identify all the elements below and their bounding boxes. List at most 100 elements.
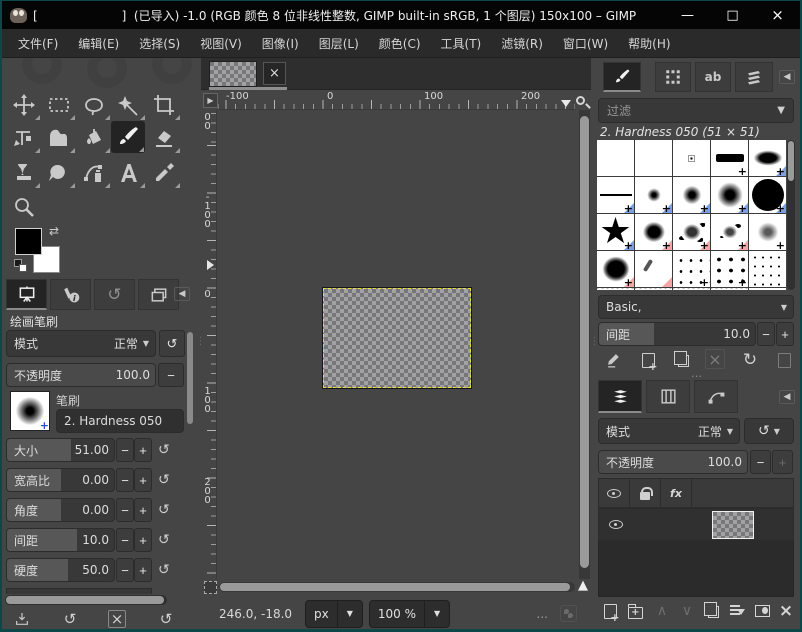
- menu-image[interactable]: 图像(I): [252, 30, 309, 57]
- hardness-reset-icon[interactable]: ↺: [158, 563, 170, 577]
- canvas-menu-button[interactable]: ▶: [203, 93, 218, 108]
- menu-edit[interactable]: 编辑(E): [68, 30, 129, 57]
- hardness-decrease-button[interactable]: −: [116, 558, 134, 582]
- brush-item-splat-big[interactable]: [597, 251, 634, 287]
- aspect-ratio-increase-button[interactable]: +: [134, 468, 152, 492]
- delete-brush-button[interactable]: ×: [705, 349, 725, 369]
- default-colors-icon[interactable]: [14, 259, 28, 273]
- menu-filters[interactable]: 滤镜(R): [491, 30, 553, 57]
- opacity-slider[interactable]: 不透明度 100.0: [6, 363, 156, 387]
- brush-item-dots-fine[interactable]: [749, 251, 786, 287]
- lock-column-button[interactable]: [630, 479, 661, 507]
- tab-undo-history[interactable]: ↺: [94, 279, 135, 310]
- brush-item-stroke[interactable]: [635, 251, 672, 287]
- paint-mode-reset-button[interactable]: ↺: [159, 330, 185, 357]
- tool-options-hscrollbar[interactable]: [5, 595, 167, 605]
- maximize-button[interactable]: □: [710, 1, 755, 29]
- vertical-ruler[interactable]: 00 -100 0 100 200: [201, 110, 217, 579]
- brushes-tab-menu-button[interactable]: ◀: [779, 70, 795, 84]
- tab-tool-options[interactable]: [6, 279, 47, 310]
- tab-fonts[interactable]: ab: [695, 62, 731, 92]
- canvas-vscrollbar[interactable]: [579, 110, 590, 579]
- layer-mode-switch-button[interactable]: ↺ ▼: [744, 418, 794, 444]
- spacing-increase-button[interactable]: +: [134, 528, 152, 552]
- aspect-ratio-reset-icon[interactable]: ↺: [158, 473, 170, 487]
- image-layer[interactable]: [323, 288, 471, 388]
- menu-tools[interactable]: 工具(T): [431, 30, 492, 57]
- layer-mode-dropdown[interactable]: 模式 正常 ▼: [598, 418, 740, 444]
- angle-increase-button[interactable]: +: [134, 498, 152, 522]
- active-brush-preview[interactable]: +: [10, 391, 50, 431]
- save-tool-preset-button[interactable]: [12, 609, 32, 629]
- brush-item-splat-m[interactable]: [673, 214, 710, 250]
- visibility-column-button[interactable]: [599, 479, 630, 507]
- layers-tab-menu-button[interactable]: ◀: [779, 390, 795, 404]
- spacing-decrease-button[interactable]: −: [116, 528, 134, 552]
- tab-gradients[interactable]: [735, 62, 773, 92]
- new-brush-button[interactable]: [637, 349, 659, 371]
- restore-tool-preset-button[interactable]: ↺: [60, 609, 80, 629]
- tab-images[interactable]: [138, 279, 179, 310]
- open-brush-as-image-button[interactable]: [773, 349, 795, 371]
- brush-item-chalk[interactable]: [635, 214, 672, 250]
- canvas-hscrollbar[interactable]: [219, 582, 575, 592]
- brush-group-dropdown[interactable]: Basic, ▼: [598, 295, 794, 319]
- text-tool[interactable]: [112, 157, 146, 189]
- brush-spacing-decrease-button[interactable]: −: [757, 322, 775, 346]
- crop-tool[interactable]: [147, 89, 181, 121]
- smudge-tool[interactable]: [42, 157, 76, 189]
- brush-item-circle[interactable]: [749, 177, 786, 213]
- tab-brushes[interactable]: [603, 62, 641, 92]
- swap-colors-icon[interactable]: ⇄: [49, 224, 59, 238]
- brush-item-star[interactable]: [597, 214, 634, 250]
- brush-filter-input[interactable]: 过滤 ▼: [598, 98, 794, 123]
- angle-slider[interactable]: 角度 0.00: [6, 498, 115, 522]
- refresh-brushes-button[interactable]: ↻: [739, 349, 761, 371]
- reset-tool-options-button[interactable]: ↺: [156, 609, 176, 629]
- aspect-ratio-slider[interactable]: 宽高比 0.00: [6, 468, 115, 492]
- hardness-slider[interactable]: 硬度 50.0: [6, 558, 115, 582]
- brush-item-soft-l[interactable]: [711, 177, 748, 213]
- zoom-follow-window-button[interactable]: [571, 91, 589, 109]
- bucket-fill-tool[interactable]: [77, 122, 111, 154]
- raise-layer-button[interactable]: ∧: [651, 600, 673, 622]
- angle-reset-icon[interactable]: ↺: [158, 503, 170, 517]
- new-layer-group-button[interactable]: [624, 600, 646, 622]
- brush-item-soft-m[interactable]: [673, 177, 710, 213]
- size-increase-button[interactable]: +: [134, 438, 152, 462]
- quick-mask-toggle[interactable]: [204, 581, 217, 594]
- brush-item-pixel[interactable]: [673, 140, 710, 176]
- layer-list-empty-area[interactable]: [598, 541, 794, 597]
- paintbrush-tool[interactable]: [111, 121, 145, 153]
- aspect-ratio-decrease-button[interactable]: −: [116, 468, 134, 492]
- brush-item-blank[interactable]: [635, 140, 672, 176]
- menu-select[interactable]: 选择(S): [129, 30, 190, 57]
- menu-view[interactable]: 视图(V): [190, 30, 252, 57]
- layer-opacity-decrease-button[interactable]: −: [750, 450, 771, 474]
- fuzzy-select-tool[interactable]: [112, 89, 146, 121]
- tab-channels[interactable]: [646, 380, 690, 413]
- brush-item-tex1[interactable]: [597, 288, 634, 290]
- rectangle-select-tool[interactable]: [42, 89, 76, 121]
- move-tool[interactable]: [7, 89, 41, 121]
- paths-tool[interactable]: [77, 157, 111, 189]
- brush-name-box[interactable]: 2. Hardness 050: [56, 409, 184, 433]
- warp-transform-tool[interactable]: [42, 122, 76, 154]
- spacing-slider[interactable]: 间距 10.0: [6, 528, 115, 552]
- menu-colors[interactable]: 颜色(C): [369, 30, 431, 57]
- toolbox-tab-menu-button[interactable]: ◀: [174, 287, 190, 301]
- brush-spacing-slider[interactable]: 间距 10.0: [598, 322, 756, 346]
- dock-grip[interactable]: …: [595, 370, 800, 378]
- brush-spacing-increase-button[interactable]: +: [776, 322, 794, 346]
- zoom-dropdown[interactable]: 100 % ▼: [369, 600, 450, 628]
- tab-device-status[interactable]: i: [50, 279, 91, 310]
- effects-column-button[interactable]: fx: [661, 479, 692, 507]
- spacing-reset-icon[interactable]: ↺: [158, 533, 170, 547]
- delete-tool-preset-button[interactable]: ×: [108, 610, 126, 628]
- menu-layer[interactable]: 图层(L): [309, 30, 369, 57]
- brush-item-tex5[interactable]: [749, 288, 786, 290]
- duplicate-brush-button[interactable]: [671, 349, 693, 371]
- brush-item-dots-s[interactable]: [673, 251, 710, 287]
- layer-thumbnail[interactable]: [712, 511, 754, 539]
- tab-layers[interactable]: [598, 380, 642, 413]
